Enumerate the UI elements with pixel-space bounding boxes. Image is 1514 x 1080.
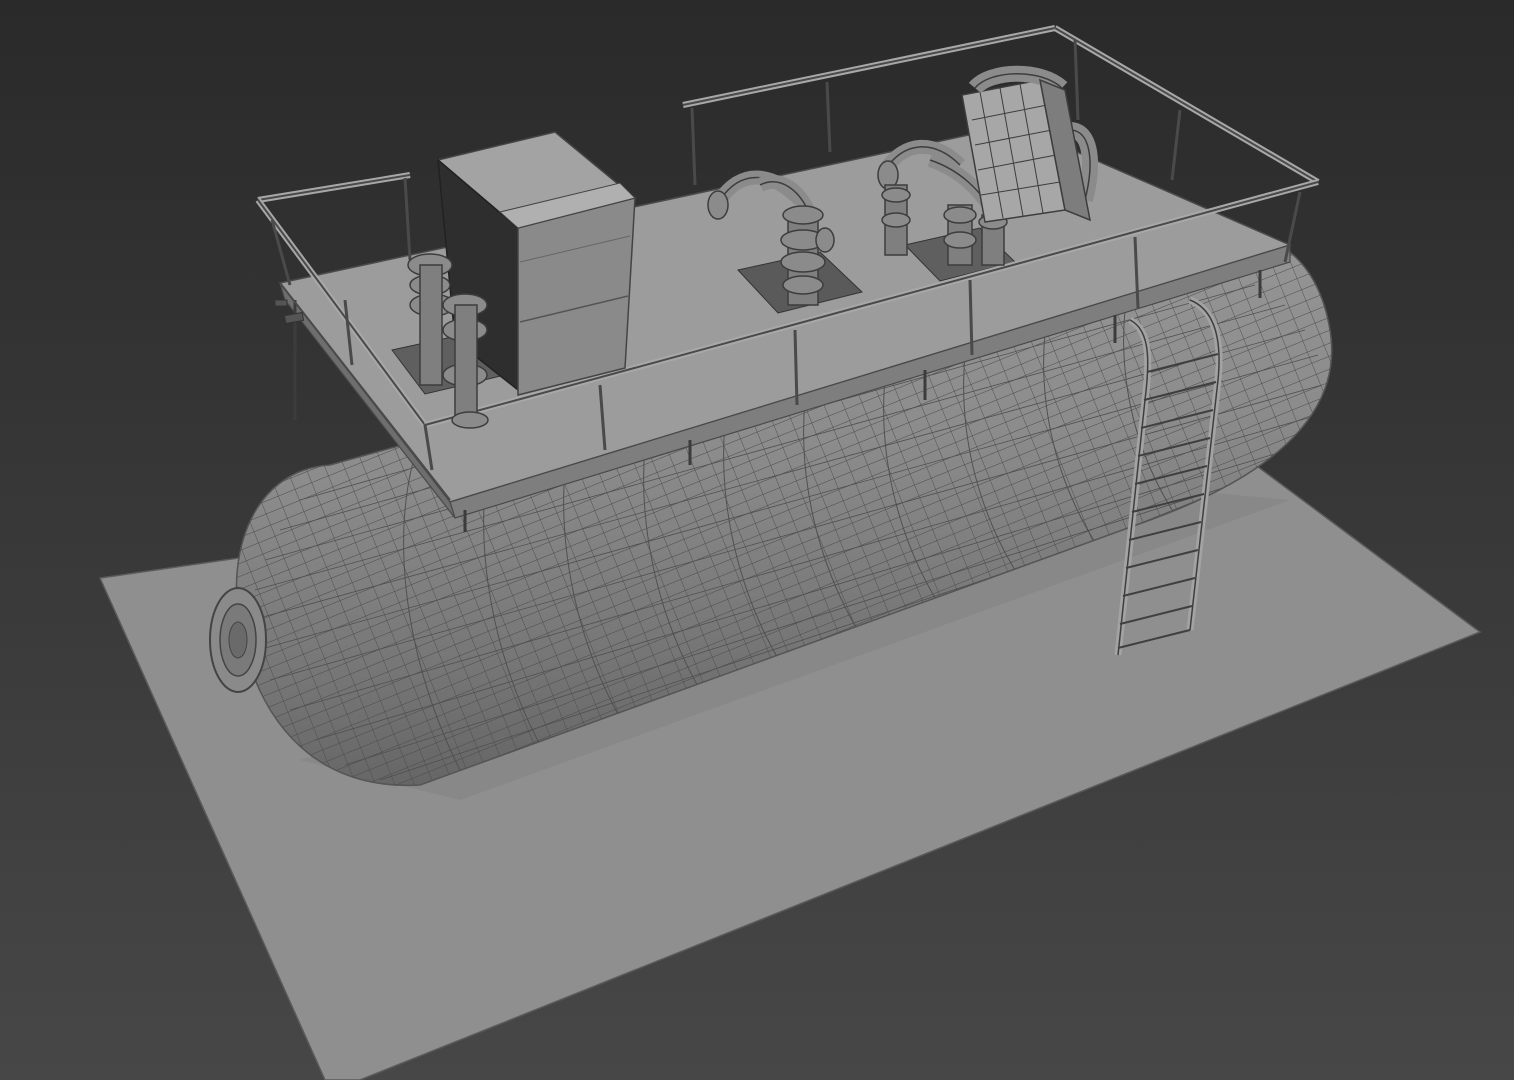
3d-viewport[interactable]	[0, 0, 1514, 1080]
scene-canvas[interactable]	[0, 0, 1514, 1080]
end-flange[interactable]	[209, 587, 267, 693]
